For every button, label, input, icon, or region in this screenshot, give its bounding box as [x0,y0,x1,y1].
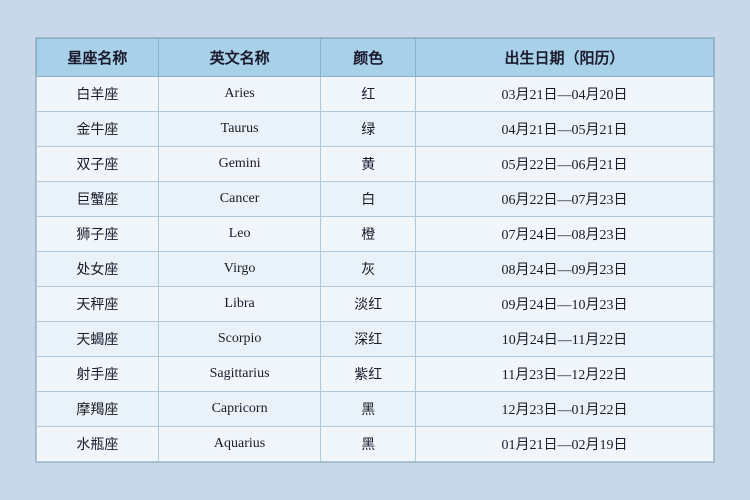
table-row: 处女座Virgo灰08月24日—09月23日 [37,252,714,287]
cell-color: 橙 [321,217,416,252]
cell-english-name: Leo [158,217,320,252]
cell-english-name: Aquarius [158,427,320,462]
cell-birthdate: 09月24日—10月23日 [416,287,714,322]
zodiac-table-container: 星座名称 英文名称 颜色 出生日期（阳历） 白羊座Aries红03月21日—04… [35,37,715,463]
table-header-row: 星座名称 英文名称 颜色 出生日期（阳历） [37,39,714,77]
cell-english-name: Gemini [158,147,320,182]
cell-english-name: Sagittarius [158,357,320,392]
table-row: 巨蟹座Cancer白06月22日—07月23日 [37,182,714,217]
cell-color: 绿 [321,112,416,147]
cell-chinese-name: 双子座 [37,147,159,182]
table-row: 射手座Sagittarius紫红11月23日—12月22日 [37,357,714,392]
table-row: 狮子座Leo橙07月24日—08月23日 [37,217,714,252]
cell-chinese-name: 摩羯座 [37,392,159,427]
cell-english-name: Aries [158,77,320,112]
zodiac-table: 星座名称 英文名称 颜色 出生日期（阳历） 白羊座Aries红03月21日—04… [36,38,714,462]
table-row: 天蝎座Scorpio深红10月24日—11月22日 [37,322,714,357]
table-row: 摩羯座Capricorn黑12月23日—01月22日 [37,392,714,427]
cell-birthdate: 01月21日—02月19日 [416,427,714,462]
cell-english-name: Scorpio [158,322,320,357]
cell-color: 黄 [321,147,416,182]
cell-english-name: Virgo [158,252,320,287]
header-chinese-name: 星座名称 [37,39,159,77]
cell-color: 黑 [321,392,416,427]
header-color: 颜色 [321,39,416,77]
cell-birthdate: 11月23日—12月22日 [416,357,714,392]
header-english-name: 英文名称 [158,39,320,77]
cell-birthdate: 05月22日—06月21日 [416,147,714,182]
cell-chinese-name: 射手座 [37,357,159,392]
cell-english-name: Cancer [158,182,320,217]
cell-chinese-name: 金牛座 [37,112,159,147]
cell-color: 紫红 [321,357,416,392]
cell-chinese-name: 天秤座 [37,287,159,322]
table-row: 金牛座Taurus绿04月21日—05月21日 [37,112,714,147]
cell-color: 灰 [321,252,416,287]
cell-english-name: Libra [158,287,320,322]
cell-english-name: Taurus [158,112,320,147]
table-row: 白羊座Aries红03月21日—04月20日 [37,77,714,112]
cell-chinese-name: 处女座 [37,252,159,287]
cell-color: 黑 [321,427,416,462]
cell-birthdate: 10月24日—11月22日 [416,322,714,357]
cell-chinese-name: 天蝎座 [37,322,159,357]
cell-birthdate: 03月21日—04月20日 [416,77,714,112]
cell-chinese-name: 狮子座 [37,217,159,252]
cell-birthdate: 08月24日—09月23日 [416,252,714,287]
cell-chinese-name: 水瓶座 [37,427,159,462]
table-row: 天秤座Libra淡红09月24日—10月23日 [37,287,714,322]
cell-color: 红 [321,77,416,112]
cell-birthdate: 06月22日—07月23日 [416,182,714,217]
table-row: 双子座Gemini黄05月22日—06月21日 [37,147,714,182]
cell-english-name: Capricorn [158,392,320,427]
cell-color: 深红 [321,322,416,357]
cell-chinese-name: 巨蟹座 [37,182,159,217]
cell-birthdate: 12月23日—01月22日 [416,392,714,427]
cell-birthdate: 07月24日—08月23日 [416,217,714,252]
cell-color: 淡红 [321,287,416,322]
cell-birthdate: 04月21日—05月21日 [416,112,714,147]
cell-chinese-name: 白羊座 [37,77,159,112]
header-birthdate: 出生日期（阳历） [416,39,714,77]
cell-color: 白 [321,182,416,217]
table-row: 水瓶座Aquarius黑01月21日—02月19日 [37,427,714,462]
